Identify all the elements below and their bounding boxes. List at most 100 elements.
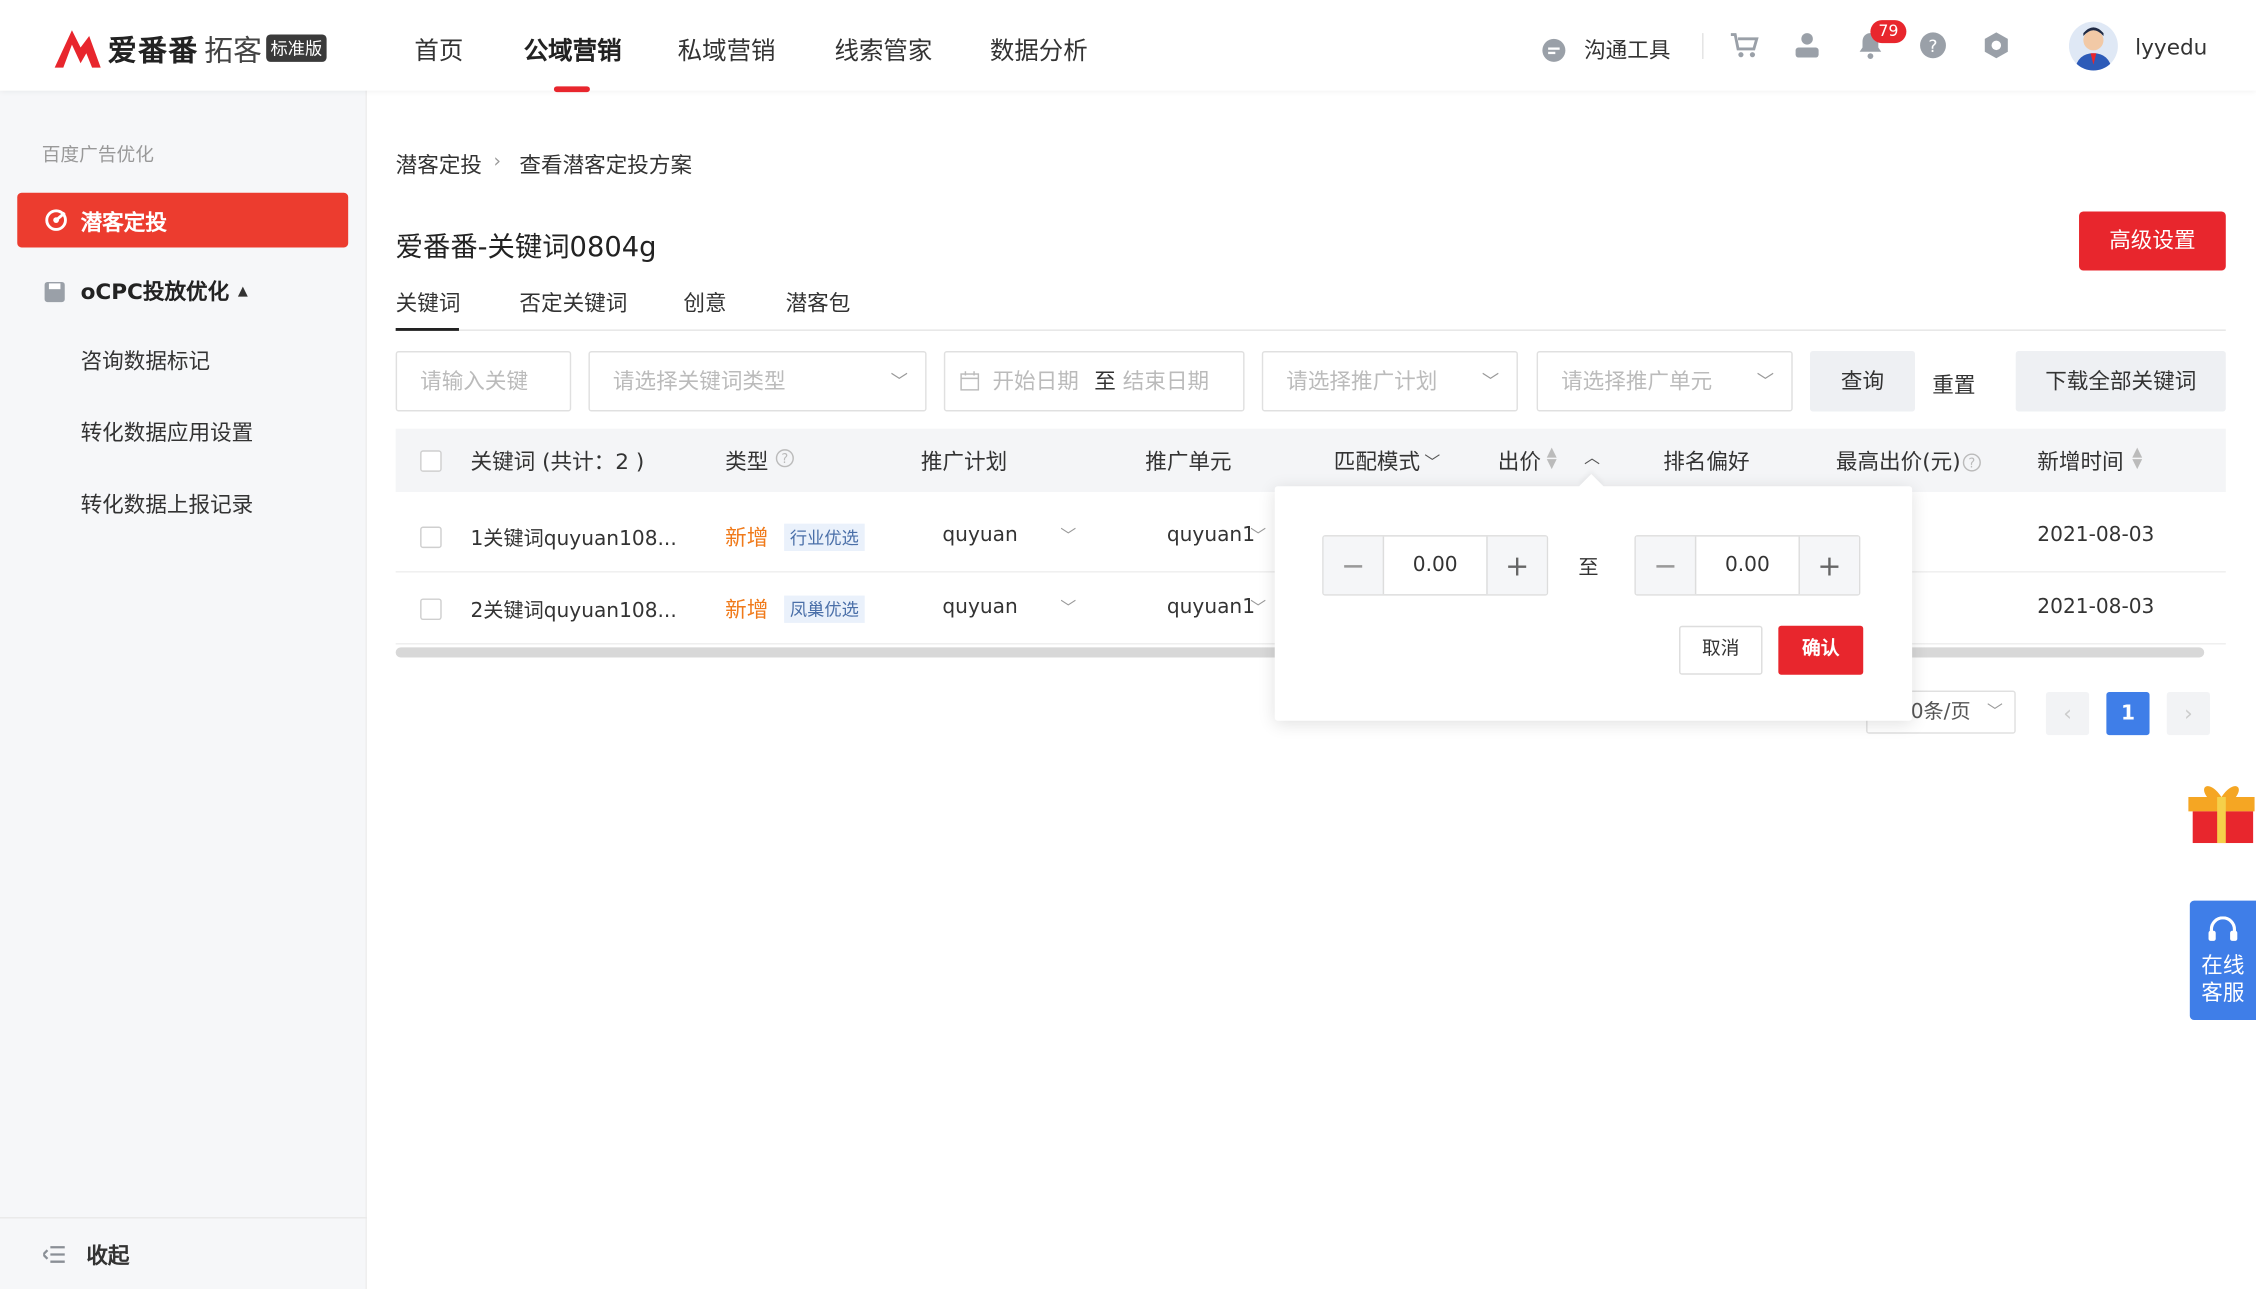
- col-max-bid: 最高出价(元): [1835, 448, 1961, 475]
- advanced-settings-button[interactable]: 高级设置: [2079, 211, 2226, 271]
- app-root: 爱番番 拓客 标准版 首页 公域营销 私域营销 线索管家 数据分析 沟通工具 7…: [0, 0, 2256, 1289]
- nav-active-indicator: [553, 86, 590, 93]
- tab-audience-pack[interactable]: 潜客包: [786, 288, 851, 318]
- sidebar-section-label: oCPC投放优化: [80, 279, 230, 305]
- info-icon[interactable]: ?: [775, 449, 795, 468]
- nav-lead-manager[interactable]: 线索管家: [834, 30, 932, 66]
- keyword-type-placeholder: 请选择关键词类型: [612, 368, 786, 395]
- sort-icon[interactable]: ▲ ▼: [2132, 447, 2142, 471]
- sidebar-collapse-button[interactable]: 收起: [0, 1217, 367, 1289]
- gift-icon[interactable]: [2184, 777, 2256, 846]
- avatar[interactable]: [2068, 21, 2118, 71]
- svg-text:?: ?: [1968, 457, 1975, 472]
- page-number[interactable]: 1: [2106, 691, 2150, 736]
- nav-home[interactable]: 首页: [414, 30, 463, 66]
- row-checkbox[interactable]: [420, 598, 442, 621]
- query-button[interactable]: 查询: [1809, 351, 1916, 412]
- online-service-button[interactable]: 在线 客服: [2189, 900, 2256, 1020]
- next-page-button[interactable]: ›: [2166, 691, 2210, 736]
- chat-icon: [1542, 38, 1566, 62]
- cart-icon[interactable]: [1729, 32, 1759, 61]
- table-header: 关键词 (共计：2 ) 类型 ? 推广计划 推广单元 匹配模式 ﹀ 出价 ▲ ▼ …: [395, 428, 2226, 493]
- prev-page-button[interactable]: ‹: [2045, 691, 2090, 736]
- help-icon[interactable]: ?: [1919, 32, 1946, 59]
- row-plan[interactable]: quyuan: [942, 524, 1017, 547]
- row-plan[interactable]: quyuan: [942, 596, 1017, 619]
- row-date: 2021-08-03: [2037, 595, 2155, 619]
- logo[interactable]: 爱番番 拓客 标准版: [52, 23, 327, 72]
- avatar-image: [2074, 27, 2113, 71]
- col-unit: 推广单元: [1145, 448, 1232, 475]
- decrement-button[interactable]: −: [1635, 536, 1697, 595]
- row-status: 新增: [725, 525, 769, 551]
- comm-tool-button[interactable]: 沟通工具: [1541, 35, 1671, 65]
- col-keyword: 关键词 (共计：2 ): [470, 448, 645, 475]
- sidebar-section-ocpc[interactable]: oCPC投放优化 ▲: [43, 276, 248, 306]
- notification-badge: 79: [1870, 20, 1907, 44]
- brand-name: 爱番番: [107, 32, 199, 67]
- tab-active-indicator: [395, 328, 459, 331]
- chevron-down-icon[interactable]: ﹀: [1250, 596, 1266, 619]
- plan-select[interactable]: 请选择推广计划 ﹀: [1261, 351, 1518, 412]
- sidebar-item-conversion-records[interactable]: 转化数据上报记录: [81, 489, 254, 519]
- breadcrumb-parent[interactable]: 潜客定投: [396, 150, 482, 180]
- min-bid-stepper[interactable]: − 0.00 +: [1322, 535, 1549, 596]
- tab-creatives[interactable]: 创意: [683, 288, 726, 318]
- row-unit[interactable]: quyuan1: [1167, 596, 1255, 619]
- chevron-down-icon[interactable]: ﹀: [1060, 596, 1076, 619]
- comm-tool-label: 沟通工具: [1584, 37, 1671, 64]
- col-plan: 推广计划: [920, 448, 1008, 475]
- chevron-down-icon[interactable]: ﹀: [1060, 524, 1076, 547]
- select-all-checkbox[interactable]: [420, 450, 442, 472]
- row-keyword: 2关键词quyuan108...: [470, 599, 677, 623]
- nav-data-analysis[interactable]: 数据分析: [990, 30, 1088, 66]
- headset-icon: [2208, 916, 2238, 941]
- cancel-button[interactable]: 取消: [1679, 625, 1763, 675]
- row-checkbox[interactable]: [420, 526, 442, 549]
- nav-public-marketing[interactable]: 公域营销: [524, 30, 622, 66]
- start-date-placeholder: 开始日期: [992, 368, 1079, 395]
- user-card-icon[interactable]: [1793, 30, 1822, 60]
- download-keywords-button[interactable]: 下载全部关键词: [2015, 351, 2226, 412]
- sidebar: 百度广告优化 潜客定投 oCPC投放优化 ▲ 咨询数据标记 转化数据应用设置 转…: [0, 90, 367, 1289]
- chevron-down-icon[interactable]: ﹀: [1424, 450, 1440, 473]
- svg-text:?: ?: [781, 452, 788, 467]
- col-rank-preference: 排名偏好: [1663, 448, 1750, 475]
- end-date-placeholder: 结束日期: [1122, 368, 1210, 395]
- sidebar-item-lead-targeting[interactable]: 潜客定投: [17, 192, 349, 248]
- product-name: 拓客: [204, 32, 262, 67]
- sidebar-item-conversion-settings[interactable]: 转化数据应用设置: [81, 417, 254, 447]
- settings-icon[interactable]: [1983, 32, 2010, 59]
- min-bid-value[interactable]: 0.00: [1384, 537, 1486, 595]
- sort-icon[interactable]: ▲ ▼: [1547, 447, 1557, 471]
- tab-keywords[interactable]: 关键词: [396, 288, 461, 318]
- max-bid-stepper[interactable]: − 0.00 +: [1634, 535, 1861, 596]
- decrement-button[interactable]: −: [1323, 536, 1385, 595]
- col-match-mode[interactable]: 匹配模式: [1334, 446, 1420, 476]
- confirm-button[interactable]: 确认: [1778, 625, 1864, 675]
- sidebar-item-consult-marking[interactable]: 咨询数据标记: [81, 345, 211, 375]
- info-icon[interactable]: ?: [1962, 453, 1981, 472]
- collapse-label: 收起: [86, 1242, 130, 1269]
- keyword-type-select[interactable]: 请选择关键词类型 ﹀: [588, 351, 927, 412]
- row-unit[interactable]: quyuan1: [1167, 524, 1255, 547]
- tab-negative-keywords[interactable]: 否定关键词: [519, 288, 627, 318]
- username[interactable]: lyyedu: [2135, 35, 2207, 61]
- row-keyword: 1关键词quyuan108...: [470, 527, 677, 551]
- chevron-up-icon[interactable]: ︿: [1584, 446, 1600, 469]
- chevron-down-icon[interactable]: ﹀: [1250, 524, 1266, 547]
- bid-filter-popover: − 0.00 + 至 − 0.00 + 取消 确认: [1274, 486, 1913, 721]
- max-bid-value[interactable]: 0.00: [1696, 537, 1798, 595]
- chevron-down-icon: ﹀: [1756, 371, 1775, 392]
- date-range-picker[interactable]: 开始日期 至 结束日期: [943, 351, 1245, 412]
- increment-button[interactable]: +: [1798, 536, 1859, 595]
- unit-select[interactable]: 请选择推广单元 ﹀: [1536, 351, 1793, 412]
- col-bid[interactable]: 出价: [1498, 446, 1541, 476]
- reset-button[interactable]: 重置: [1932, 370, 1975, 400]
- save-disk-icon: [44, 281, 65, 302]
- keyword-search-input[interactable]: 请输入关键: [395, 351, 572, 412]
- tab-divider: [395, 329, 2226, 331]
- col-type: 类型: [725, 448, 769, 475]
- increment-button[interactable]: +: [1486, 536, 1547, 595]
- nav-private-marketing[interactable]: 私域营销: [678, 30, 776, 66]
